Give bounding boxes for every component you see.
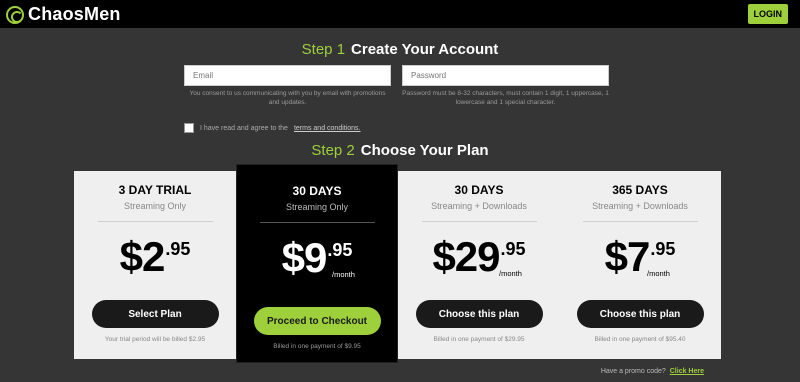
password-input[interactable]: [402, 65, 609, 86]
price-currency: $: [604, 233, 628, 280]
plan-price: $9.95 /month: [237, 237, 397, 289]
price-per-month: /month: [647, 269, 670, 278]
plan-card-30-days-streaming: 30 DAYS Streaming Only $9.95 /month Proc…: [236, 164, 398, 363]
price-per-month: /month: [499, 269, 522, 278]
step1-heading: Step 1 Create Your Account: [0, 41, 800, 58]
step2-number: Step 2: [311, 142, 355, 159]
price-cents: .95: [165, 239, 191, 259]
terms-checkbox[interactable]: [184, 123, 194, 133]
divider: [97, 221, 213, 222]
divider: [259, 222, 375, 223]
plan-price: $29.95 /month: [398, 236, 560, 288]
price-dollars: 2: [141, 233, 165, 280]
logo-icon: [6, 5, 24, 24]
divider: [421, 221, 537, 222]
price-cents: .95: [500, 239, 526, 259]
plan-billing-note: Your trial period will be billed $2.95: [104, 336, 206, 343]
price-dollars: 7: [626, 233, 650, 280]
proceed-to-checkout-button[interactable]: Proceed to Checkout: [253, 307, 381, 335]
plan-subtitle: Streaming Only: [285, 202, 349, 212]
top-bar: ChaosMen LOGIN: [0, 0, 800, 28]
terms-row: I have read and agree to the terms and c…: [184, 123, 361, 133]
plan-billing-note: Billed in one payment of $95.40: [594, 336, 686, 343]
promo-row: Have a promo code? Click Here: [601, 368, 704, 375]
password-hint: Password must be 8-32 characters, must c…: [402, 90, 609, 106]
logo[interactable]: ChaosMen: [6, 4, 121, 25]
plan-subtitle: Streaming Only: [123, 201, 187, 211]
plan-card-365-days: 365 DAYS Streaming + Downloads $7.95 /mo…: [559, 171, 721, 359]
price-cents: .95: [327, 240, 353, 260]
email-input[interactable]: [184, 65, 391, 86]
select-plan-button[interactable]: Select Plan: [91, 300, 219, 328]
plan-subtitle: Streaming + Downloads: [431, 201, 527, 211]
step2-title: Choose Your Plan: [360, 142, 489, 159]
login-button[interactable]: LOGIN: [747, 4, 788, 24]
step2-heading: Step 2 Choose Your Plan: [0, 142, 800, 159]
choose-plan-button[interactable]: Choose this plan: [576, 300, 704, 328]
plan-price: $7.95 /month: [559, 236, 721, 288]
plan-card-trial: 3 DAY TRIAL Streaming Only $2.95 Select …: [74, 171, 236, 359]
step1-number: Step 1: [301, 41, 346, 58]
price-dollars: 29: [454, 233, 501, 280]
step1-title: Create Your Account: [351, 41, 499, 58]
plan-billing-note: Billed in one payment of $9.95: [273, 343, 361, 350]
plan-billing-note: Billed in one payment of $29.95: [433, 336, 525, 343]
plan-card-30-days-downloads: 30 DAYS Streaming + Downloads $29.95 /mo…: [398, 171, 560, 359]
plan-title: 30 DAYS: [292, 184, 342, 198]
price-cents: .95: [650, 239, 676, 259]
plan-price: $2.95: [74, 236, 236, 288]
price-per-month: /month: [332, 270, 355, 279]
promo-link[interactable]: Click Here: [670, 368, 704, 375]
plan-title: 30 DAYS: [454, 183, 504, 197]
plan-subtitle: Streaming + Downloads: [592, 201, 688, 211]
plan-title: 3 DAY TRIAL: [118, 183, 192, 197]
choose-plan-button[interactable]: Choose this plan: [415, 300, 543, 328]
logo-text: ChaosMen: [28, 4, 121, 24]
price-currency: $: [119, 233, 143, 280]
price-currency: $: [432, 233, 455, 280]
email-hint: You consent to us communicating with you…: [189, 90, 386, 106]
terms-link[interactable]: terms and conditions.: [294, 125, 361, 132]
price-dollars: 9: [303, 234, 327, 281]
divider: [582, 221, 698, 222]
plan-title: 365 DAYS: [612, 183, 668, 197]
terms-text: I have read and agree to the: [200, 124, 288, 132]
promo-text: Have a promo code?: [600, 368, 666, 375]
price-currency: $: [281, 234, 305, 281]
